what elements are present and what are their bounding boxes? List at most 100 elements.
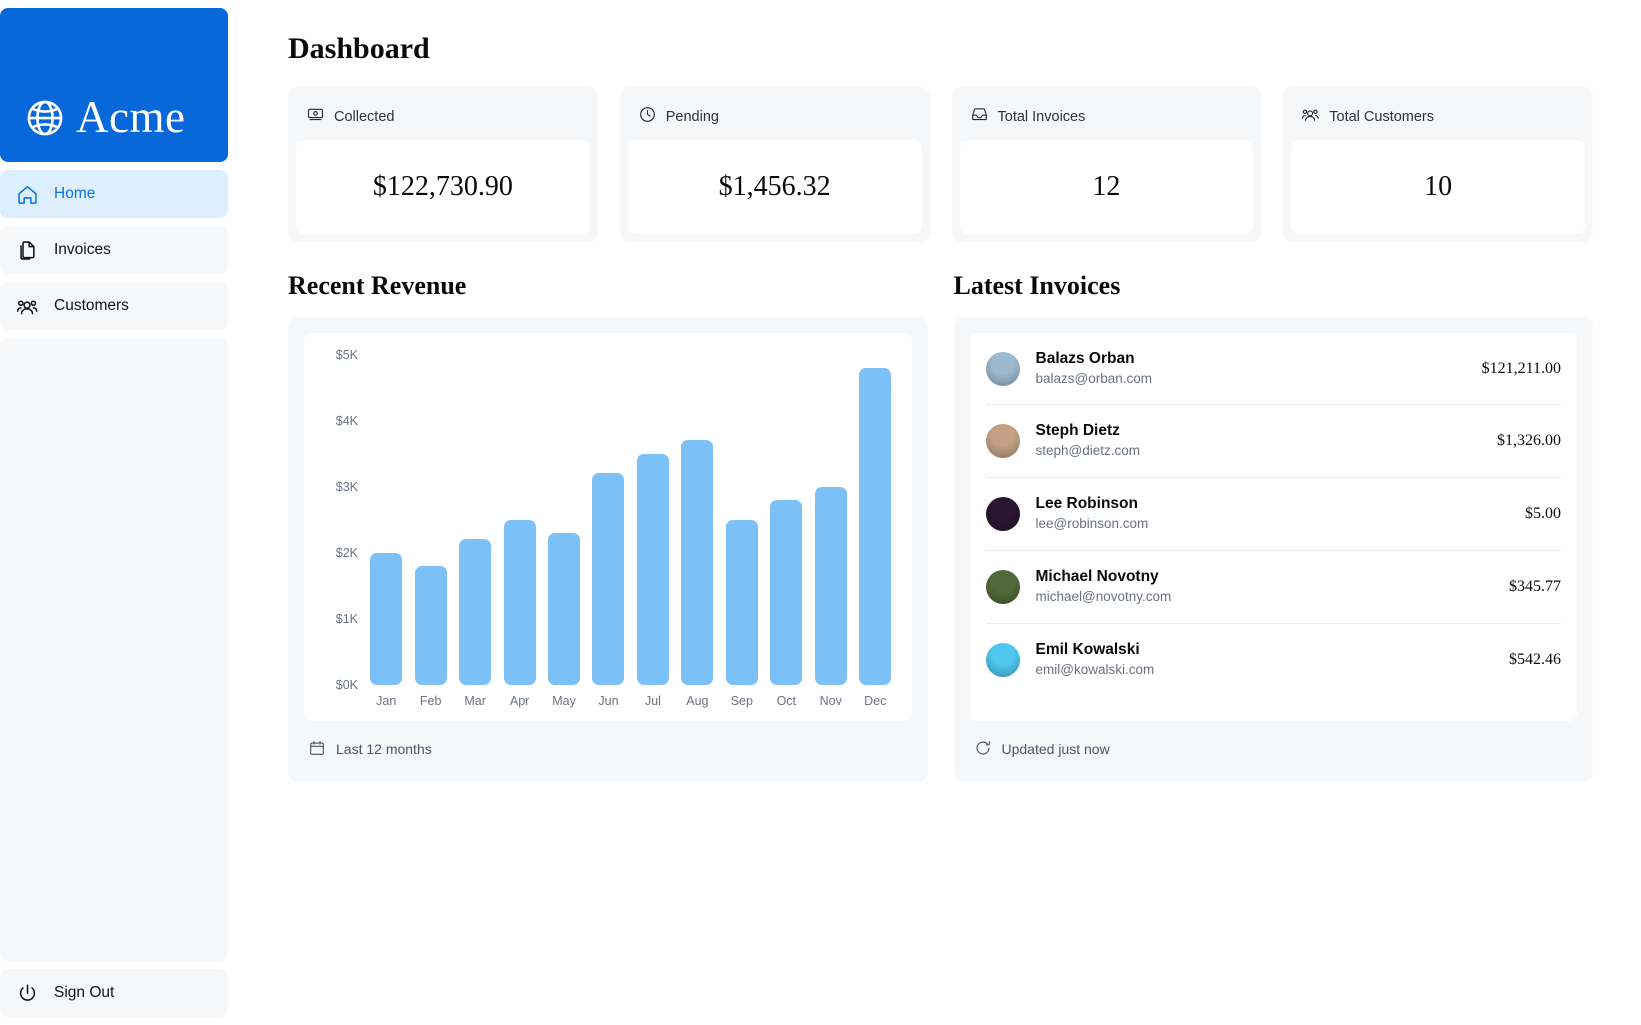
invoice-row[interactable]: Steph Dietz steph@dietz.com $1,326.00 [985,404,1561,477]
stat-card-header: Total Invoices [960,95,1254,140]
chart-x-tick: Jul [644,693,661,708]
invoice-customer: Balazs Orban balazs@orban.com [1036,349,1482,389]
chart-y-tick: $0K [335,677,358,692]
chart-bar-column [364,355,408,685]
chart-bar-column [809,355,853,685]
chart-x-tick: Oct [776,693,797,708]
chart-bar [725,519,758,685]
arrow-path-icon [974,739,992,760]
chart-x-tick: Dec [864,693,887,708]
invoices-footer: Updated just now [970,721,1578,766]
chart-x-tick: Apr [509,693,530,708]
sidebar: Acme Home Invoices Customers Sign Out [0,0,236,1025]
user-group-icon [16,294,40,318]
revenue-footer-label: Last 12 months [336,741,432,758]
invoice-amount: $542.46 [1509,650,1561,668]
invoice-customer-name: Steph Dietz [1035,422,1120,440]
sidebar-item-invoices[interactable]: Invoices [0,226,228,274]
chart-bar-column [408,355,452,685]
chart-y-tick: $3K [335,479,358,494]
invoice-row[interactable]: Lee Robinson lee@robinson.com $5.00 [985,477,1561,550]
chart-y-tick: $4K [335,413,358,428]
chart-y-tick: $5K [335,347,358,362]
stat-card-header: Collected [296,95,590,140]
calendar-icon [308,739,326,760]
invoice-customer-email: michael@novotny.com [1035,588,1172,604]
sidebar-item-customers[interactable]: Customers [0,282,228,330]
main-content: Dashboard Collected $122,730.90 Pending … [236,0,1641,1025]
stat-card-header: Pending [628,95,922,140]
stat-card-header: Total Customers [1291,95,1585,140]
home-icon [16,182,40,206]
chart-y-tick: $2K [335,545,358,560]
page-title: Dashboard [288,32,430,65]
stat-card-value: 10 [1291,140,1585,234]
stat-card-value: $122,730.90 [296,140,590,234]
avatar [985,569,1020,604]
stat-card-pending: Pending $1,456.32 [619,87,930,242]
chart-plot: Jan Feb Mar Apr May Jun Jul Aug Sep Oct Nov Dec [364,351,898,715]
invoice-amount: $1,326.00 [1497,432,1561,450]
stat-card-label: Total Customers [1329,108,1435,125]
panels: Recent Revenue $0K $1K $2K $3K $4K $5K Jan Feb… [288,271,1593,782]
inbox-icon [970,105,989,128]
chart-bar [636,453,669,685]
chart-bar [592,473,625,685]
dashboard-app: Acme Home Invoices Customers Sign Out Da… [0,0,1641,1025]
chart-x-tick: Nov [819,693,842,708]
stat-card-total-invoices: Total Invoices 12 [951,87,1262,242]
chart-bar-column [453,355,497,685]
chart-bar-column [764,355,808,685]
user-group-icon [1301,105,1320,128]
chart-bar [503,519,536,685]
sidebar-spacer [0,338,228,961]
avatar [985,351,1020,386]
invoices-footer-label: Updated just now [1001,741,1110,758]
logo-home-link[interactable]: Acme [0,8,228,162]
stat-card-label: Collected [334,108,395,125]
stat-card-value: 12 [959,140,1254,234]
invoice-row[interactable]: Michael Novotny michael@novotny.com $345.7… [985,550,1561,623]
banknotes-icon [306,105,325,128]
stat-cards: Collected $122,730.90 Pending $1,456.32 [288,87,1593,242]
sidebar-item-label: Customers [54,297,129,314]
avatar [985,642,1020,677]
invoice-customer-email: balazs@orban.com [1035,370,1153,386]
chart-bar [814,486,847,685]
invoice-customer-name: Michael Novotny [1035,568,1159,586]
chart-bar [859,367,892,685]
invoice-customer-name: Balazs Orban [1035,349,1135,367]
power-icon [16,981,40,1005]
invoice-customer: Lee Robinson lee@robinson.com [1036,494,1526,534]
chart-y-axis: $0K $1K $2K $3K $4K $5K [318,348,364,692]
revenue-chart: $0K $1K $2K $3K $4K $5K Jan Feb Mar Apr May Jun Jul… [304,332,912,721]
revenue-footer: Last 12 months [304,721,912,766]
chart-x-tick: Aug [686,693,709,708]
invoice-row[interactable]: Emil Kowalski emil@kowalski.com $542.46 [985,622,1561,696]
chart-x-tick: Feb [419,693,442,708]
chart-bars [364,355,898,685]
invoice-customer-name: Emil Kowalski [1035,640,1140,658]
sign-out-label: Sign Out [54,984,115,1001]
invoice-row[interactable]: Balazs Orban balazs@orban.com $121,211.00 [985,333,1561,405]
latest-invoices-panel: Latest Invoices Balazs Orban balazs@orban… [953,271,1593,782]
chart-x-tick: Sep [730,693,753,708]
sidebar-item-home[interactable]: Home [0,170,228,218]
chart-x-tick: Mar [464,693,486,708]
invoice-amount: $345.77 [1509,577,1561,595]
invoice-customer: Michael Novotny michael@novotny.com [1036,567,1510,607]
chart-x-tick: Jan [376,693,397,708]
chart-bar [459,539,492,685]
logo: Acme [24,95,185,140]
chart-bar [548,532,581,685]
chart-bar-column [586,355,630,685]
chart-x-tick: May [552,693,576,708]
chart-x-axis: Jan Feb Mar Apr May Jun Jul Aug Sep Oct Nov Dec [364,685,898,708]
chart-bar-column [720,355,764,685]
sign-out-button[interactable]: Sign Out [0,969,228,1017]
revenue-title: Recent Revenue [288,271,467,300]
invoice-customer-name: Lee Robinson [1035,495,1138,513]
revenue-chart-card: $0K $1K $2K $3K $4K $5K Jan Feb Mar Apr May Jun Jul… [288,316,928,782]
stat-card-total-customers: Total Customers 10 [1283,87,1593,242]
chart-bar-column [542,355,586,685]
